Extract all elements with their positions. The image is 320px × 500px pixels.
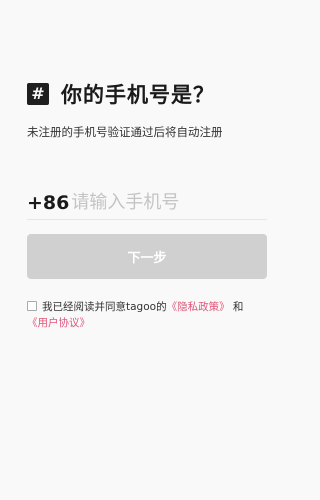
agreement-checkbox[interactable] xyxy=(27,301,37,311)
phone-number-input[interactable] xyxy=(71,192,297,213)
privacy-policy-link[interactable]: 《隐私政策》 xyxy=(167,301,230,313)
title-row: # 你的手机号是？ xyxy=(27,79,215,109)
agreement-prefix: 我已经阅读并同意tagoo的 xyxy=(42,301,167,313)
page-subtitle: 未注册的手机号验证通过后将自动注册 xyxy=(27,125,223,139)
phone-input-row: +86 xyxy=(27,186,297,220)
next-button[interactable]: 下一步 xyxy=(27,234,267,279)
agreement-and: 和 xyxy=(232,301,244,313)
login-page: # 你的手机号是？ 未注册的手机号验证通过后将自动注册 +86 下一步 我已经阅… xyxy=(0,0,297,500)
user-agreement-link[interactable]: 《用户协议》 xyxy=(27,317,90,329)
page-title: 你的手机号是？ xyxy=(61,83,215,107)
country-code-selector[interactable]: +86 xyxy=(27,192,69,214)
agreement-text: 我已经阅读并同意tagoo的《隐私政策》 和 《用户协议》 xyxy=(27,299,267,331)
app-logo-icon: # xyxy=(27,83,49,105)
